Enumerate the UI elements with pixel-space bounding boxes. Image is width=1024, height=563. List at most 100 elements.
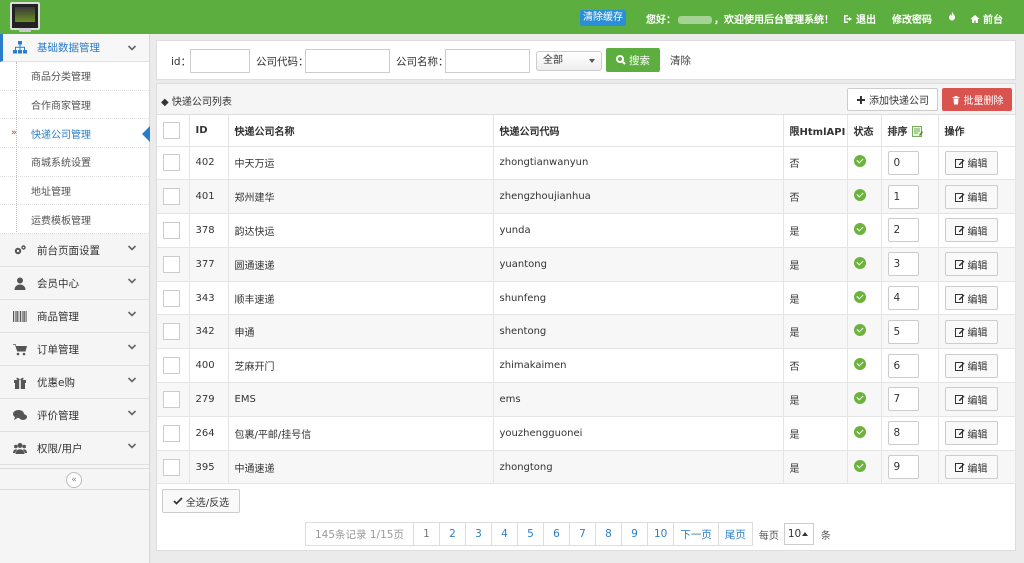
select-all-checkbox[interactable]	[163, 121, 180, 139]
company-name-input[interactable]	[445, 49, 530, 73]
table-row: 401郑州建华zhengzhoujianhua否 编辑	[157, 179, 1016, 215]
status-enabled-icon[interactable]	[853, 189, 866, 202]
status-enabled-icon[interactable]	[853, 155, 866, 168]
sidebar-group-label: 订单管理	[37, 343, 79, 356]
sidebar-item-express[interactable]: » 快递公司管理	[0, 119, 150, 149]
frontend-link[interactable]: 前台	[970, 11, 1003, 26]
page-link[interactable]: 6	[542, 522, 570, 546]
row-checkbox[interactable]	[163, 289, 180, 307]
cell-api: 是	[783, 382, 848, 417]
sort-input[interactable]	[887, 319, 919, 344]
sidebar-item-address[interactable]: 地址管理	[0, 177, 149, 206]
row-checkbox[interactable]	[163, 154, 180, 172]
page-link[interactable]: 3	[464, 522, 492, 546]
company-name-label: 公司名称：	[396, 56, 449, 68]
row-checkbox[interactable]	[163, 357, 180, 375]
sort-input[interactable]	[887, 150, 919, 175]
sidebar-group-reviews[interactable]: 评价管理	[0, 399, 149, 433]
edit-button[interactable]: 编辑	[944, 353, 998, 378]
row-checkbox[interactable]	[163, 221, 180, 239]
change-password-link[interactable]: 修改密码	[892, 11, 932, 26]
next-page-link[interactable]: 下一页	[673, 522, 719, 546]
sidebar-item-system[interactable]: 商城系统设置	[0, 148, 149, 177]
edit-button[interactable]: 编辑	[944, 286, 998, 311]
status-enabled-icon[interactable]	[853, 459, 866, 472]
status-enabled-icon[interactable]	[853, 256, 866, 269]
sort-input[interactable]	[887, 455, 919, 480]
per-page-select[interactable]: 10	[783, 523, 814, 545]
page-link[interactable]: 4	[490, 522, 518, 546]
sidebar-item-label: 地址管理	[31, 187, 71, 199]
cell-id: 342	[189, 314, 229, 350]
sidebar-group-promo[interactable]: 优惠e购	[0, 366, 149, 400]
edit-button[interactable]: 编辑	[944, 150, 998, 175]
page-link[interactable]: 10	[646, 522, 675, 546]
home-icon	[970, 14, 980, 23]
row-checkbox[interactable]	[163, 458, 180, 476]
status-enabled-icon[interactable]	[853, 222, 866, 235]
sidebar-item-category[interactable]: 商品分类管理	[0, 62, 149, 91]
sort-input[interactable]	[887, 218, 919, 243]
page-link[interactable]: 7	[568, 522, 596, 546]
edit-button[interactable]: 编辑	[944, 455, 998, 480]
status-enabled-icon[interactable]	[853, 290, 866, 303]
clear-button[interactable]: 清除	[670, 53, 691, 68]
page-link[interactable]: 9	[620, 522, 648, 546]
page-link[interactable]: 8	[594, 522, 622, 546]
row-checkbox[interactable]	[163, 424, 180, 442]
sort-input[interactable]	[887, 353, 919, 378]
sidebar-group-basic-data[interactable]: 基础数据管理	[0, 34, 149, 62]
edit-button[interactable]: 编辑	[944, 184, 998, 209]
sidebar-group-member[interactable]: 会员中心	[0, 267, 149, 301]
row-checkbox[interactable]	[163, 323, 180, 341]
logout-link[interactable]: 退出	[843, 11, 876, 26]
sort-input[interactable]	[887, 252, 919, 277]
clear-cache-button[interactable]: 清除缓存	[580, 10, 626, 26]
cell-name: 中天万运	[228, 146, 494, 181]
row-checkbox[interactable]	[163, 390, 180, 408]
search-button[interactable]: 搜索	[606, 48, 660, 72]
sort-input[interactable]	[887, 286, 919, 311]
last-page-link[interactable]: 尾页	[717, 522, 753, 546]
cell-sort	[881, 314, 939, 350]
company-code-input[interactable]	[305, 49, 390, 73]
sidebar-group-permissions[interactable]: 权限/用户	[0, 432, 149, 466]
row-checkbox-cell	[157, 314, 190, 350]
batch-delete-button[interactable]: 批量删除	[942, 88, 1012, 111]
row-checkbox-cell	[157, 348, 190, 384]
edit-button[interactable]: 编辑	[944, 218, 998, 243]
sort-input[interactable]	[887, 387, 919, 412]
sidebar-item-merchant[interactable]: 合作商家管理	[0, 91, 149, 120]
status-enabled-icon[interactable]	[853, 358, 866, 371]
page-link[interactable]: 5	[516, 522, 544, 546]
edit-button[interactable]: 编辑	[944, 252, 998, 277]
status-enabled-icon[interactable]	[853, 391, 866, 404]
sidebar-group-orders[interactable]: 订单管理	[0, 333, 149, 367]
edit-button[interactable]: 编辑	[944, 387, 998, 412]
edit-button[interactable]: 编辑	[944, 421, 998, 446]
sidebar-collapse-button[interactable]: «	[66, 472, 82, 488]
id-input[interactable]	[190, 49, 250, 73]
sidebar-item-label: 快递公司管理	[31, 129, 91, 141]
row-checkbox[interactable]	[163, 188, 180, 206]
row-checkbox[interactable]	[163, 255, 180, 273]
edit-icon	[954, 192, 964, 202]
status-enabled-icon[interactable]	[853, 425, 866, 438]
edit-button[interactable]: 编辑	[944, 319, 998, 344]
sort-edit-icon[interactable]	[911, 126, 923, 138]
search-icon	[616, 55, 626, 65]
column-header-status: 状态	[847, 115, 882, 147]
status-select[interactable]: 全部	[536, 51, 602, 71]
add-company-button[interactable]: 添加快递公司	[847, 88, 938, 111]
sidebar-group-frontend[interactable]: 前台页面设置	[0, 234, 149, 268]
column-header-sort[interactable]: 排序	[881, 115, 939, 147]
sort-input[interactable]	[887, 184, 919, 209]
fire-icon-link[interactable]	[947, 11, 957, 21]
cell-status	[847, 179, 882, 215]
page-link[interactable]: 2	[438, 522, 466, 546]
status-enabled-icon[interactable]	[853, 324, 866, 337]
sort-input[interactable]	[887, 421, 919, 446]
select-all-button[interactable]: 全选/反选	[162, 489, 240, 513]
sidebar-group-goods[interactable]: 商品管理	[0, 300, 149, 334]
sidebar-item-freight[interactable]: 运费模板管理	[0, 205, 149, 235]
